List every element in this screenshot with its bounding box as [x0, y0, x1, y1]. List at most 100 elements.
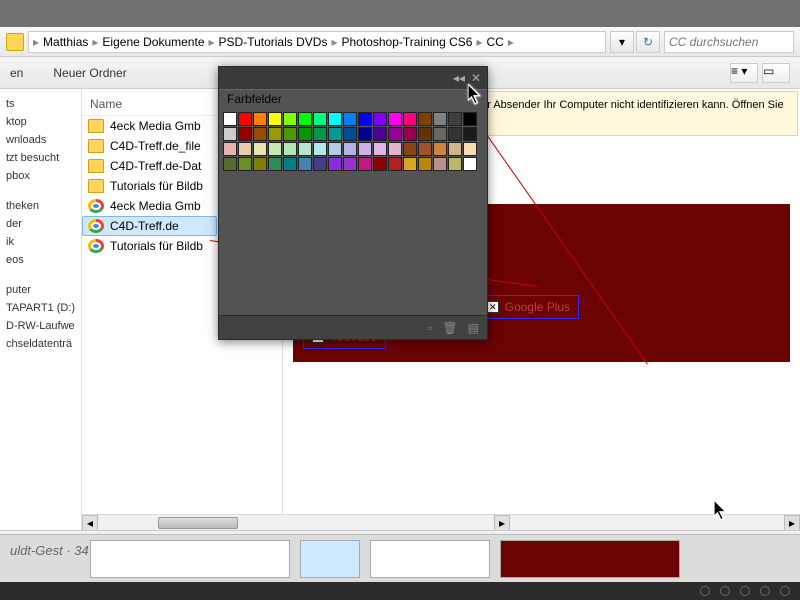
nav-item[interactable]: puter — [4, 281, 77, 299]
swatch[interactable] — [418, 142, 432, 156]
swatch[interactable] — [463, 127, 477, 141]
nav-item[interactable]: chseldatenträ — [4, 335, 77, 353]
swatch[interactable] — [418, 157, 432, 171]
swatches-panel[interactable]: ◂◂ ✕ Farbfelder ▫ 🗑 ▤ — [218, 66, 488, 340]
swatch[interactable] — [328, 142, 342, 156]
swatch[interactable] — [448, 157, 462, 171]
nav-item[interactable]: ts — [4, 95, 77, 113]
swatch[interactable] — [388, 112, 402, 126]
nav-item[interactable]: ik — [4, 233, 77, 251]
swatch[interactable] — [403, 157, 417, 171]
swatch[interactable] — [343, 112, 357, 126]
swatch[interactable] — [223, 157, 237, 171]
swatch[interactable] — [373, 142, 387, 156]
search-input[interactable] — [664, 31, 794, 53]
swatch[interactable] — [448, 127, 462, 141]
swatch[interactable] — [313, 127, 327, 141]
swatch[interactable] — [313, 142, 327, 156]
swatch[interactable] — [448, 142, 462, 156]
swatch[interactable] — [268, 157, 282, 171]
swatch[interactable] — [433, 157, 447, 171]
swatch[interactable] — [373, 127, 387, 141]
swatch[interactable] — [253, 127, 267, 141]
file-row[interactable]: C4D-Treff.de-Dat — [82, 156, 217, 176]
swatch[interactable] — [298, 142, 312, 156]
swatch[interactable] — [283, 127, 297, 141]
swatch[interactable] — [298, 112, 312, 126]
nav-item[interactable]: theken — [4, 197, 77, 215]
nav-item[interactable]: D-RW-Laufwe — [4, 317, 77, 335]
swatch[interactable] — [343, 157, 357, 171]
swatch[interactable] — [403, 142, 417, 156]
breadcrumb-item[interactable]: PSD-Tutorials DVDs — [215, 35, 332, 49]
swatch[interactable] — [373, 112, 387, 126]
swatch[interactable] — [238, 127, 252, 141]
swatch[interactable] — [388, 127, 402, 141]
swatch[interactable] — [388, 157, 402, 171]
swatch[interactable] — [283, 157, 297, 171]
new-swatch-icon[interactable]: ▫ — [428, 321, 432, 335]
nav-item[interactable]: eos — [4, 251, 77, 269]
file-row[interactable]: 4eck Media Gmb — [82, 116, 217, 136]
swatch[interactable] — [343, 142, 357, 156]
view-mode-button[interactable]: ≡ ▾ — [730, 63, 758, 83]
swatch[interactable] — [313, 157, 327, 171]
swatch[interactable] — [253, 157, 267, 171]
swatch[interactable] — [358, 112, 372, 126]
swatch[interactable] — [223, 142, 237, 156]
scrollbar[interactable]: ◂▸ — [217, 514, 282, 530]
breadcrumb-item[interactable]: CC — [482, 35, 507, 49]
swatch[interactable] — [358, 157, 372, 171]
panel-menu-icon[interactable]: ▤ — [468, 321, 479, 335]
swatch[interactable] — [268, 112, 282, 126]
new-folder-button[interactable]: Neuer Ordner — [53, 66, 126, 80]
breadcrumb-item[interactable]: Photoshop-Training CS6 — [337, 35, 476, 49]
breadcrumb[interactable]: ▸ Matthias▸ Eigene Dokumente▸ PSD-Tutori… — [28, 31, 606, 53]
swatch[interactable] — [448, 112, 462, 126]
swatch[interactable] — [223, 127, 237, 141]
swatch[interactable] — [313, 112, 327, 126]
swatch[interactable] — [328, 127, 342, 141]
refresh-button[interactable]: ▾ — [610, 31, 634, 53]
nav-item[interactable]: TAPART1 (D:) — [4, 299, 77, 317]
nav-item[interactable]: tzt besucht — [4, 149, 77, 167]
nav-item[interactable]: pbox — [4, 167, 77, 185]
swatch[interactable] — [253, 112, 267, 126]
swatch[interactable] — [298, 157, 312, 171]
swatch[interactable] — [328, 157, 342, 171]
swatch[interactable] — [403, 112, 417, 126]
preview-toggle-button[interactable]: ▭ — [762, 63, 790, 83]
swatch[interactable] — [238, 142, 252, 156]
swatch[interactable] — [268, 127, 282, 141]
swatch[interactable] — [463, 142, 477, 156]
delete-swatch-icon[interactable]: 🗑 — [442, 321, 457, 335]
swatch[interactable] — [358, 127, 372, 141]
swatch[interactable] — [418, 112, 432, 126]
close-icon[interactable]: ✕ — [471, 71, 481, 85]
swatch[interactable] — [373, 157, 387, 171]
swatches-tab[interactable]: Farbfelder — [219, 89, 487, 108]
refresh-button[interactable]: ↻ — [636, 31, 660, 53]
swatch[interactable] — [358, 142, 372, 156]
breadcrumb-item[interactable]: Matthias — [39, 35, 92, 49]
file-row[interactable]: Tutorials für Bildb — [82, 176, 217, 196]
collapse-icon[interactable]: ◂◂ — [453, 71, 465, 85]
swatch[interactable] — [463, 157, 477, 171]
nav-item[interactable]: ktop — [4, 113, 77, 131]
swatch[interactable] — [298, 127, 312, 141]
swatch[interactable] — [223, 112, 237, 126]
swatch[interactable] — [268, 142, 282, 156]
swatch[interactable] — [283, 112, 297, 126]
social-button[interactable]: ✕Google Plus — [478, 295, 579, 319]
swatch[interactable] — [283, 142, 297, 156]
organize-menu[interactable]: en — [10, 66, 23, 80]
swatch[interactable] — [343, 127, 357, 141]
swatch[interactable] — [388, 142, 402, 156]
swatch[interactable] — [433, 142, 447, 156]
column-header-name[interactable]: Name — [82, 93, 217, 116]
swatch[interactable] — [238, 157, 252, 171]
swatch[interactable] — [433, 127, 447, 141]
breadcrumb-item[interactable]: Eigene Dokumente — [98, 35, 208, 49]
swatch[interactable] — [253, 142, 267, 156]
file-row[interactable]: Tutorials für Bildb — [82, 236, 217, 256]
